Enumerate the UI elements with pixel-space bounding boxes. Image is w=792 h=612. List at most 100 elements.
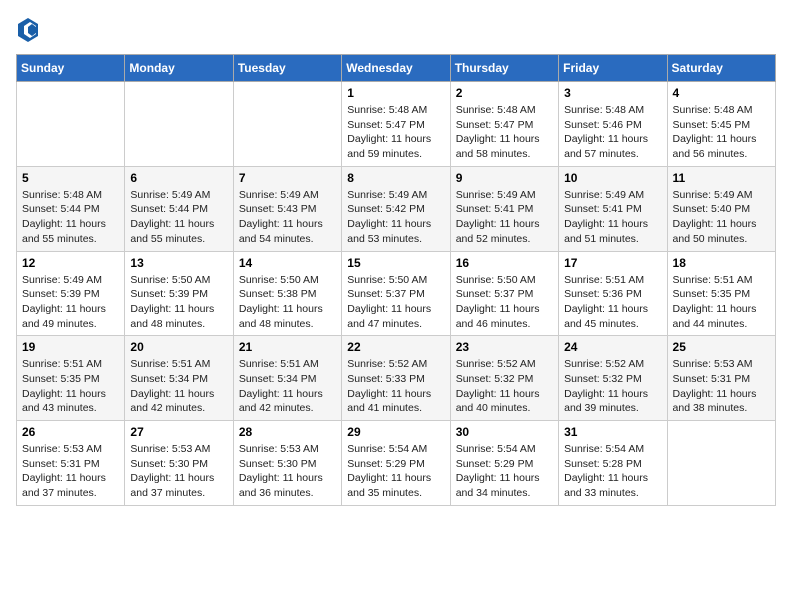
day-info: Sunrise: 5:54 AM Sunset: 5:28 PM Dayligh… [564,442,661,501]
day-number: 3 [564,86,661,100]
day-info: Sunrise: 5:53 AM Sunset: 5:31 PM Dayligh… [673,357,770,416]
day-info: Sunrise: 5:48 AM Sunset: 5:47 PM Dayligh… [456,103,553,162]
day-info: Sunrise: 5:52 AM Sunset: 5:33 PM Dayligh… [347,357,444,416]
day-number: 23 [456,340,553,354]
day-number: 2 [456,86,553,100]
calendar-cell: 17 Sunrise: 5:51 AM Sunset: 5:36 PM Dayli… [559,251,667,336]
day-number: 28 [239,425,336,439]
calendar-week-5: 26 Sunrise: 5:53 AM Sunset: 5:31 PM Dayli… [17,421,776,506]
calendar-cell: 14 Sunrise: 5:50 AM Sunset: 5:38 PM Dayli… [233,251,341,336]
day-info: Sunrise: 5:51 AM Sunset: 5:34 PM Dayligh… [130,357,227,416]
day-number: 11 [673,171,770,185]
calendar-cell: 11 Sunrise: 5:49 AM Sunset: 5:40 PM Dayli… [667,166,775,251]
day-info: Sunrise: 5:53 AM Sunset: 5:30 PM Dayligh… [130,442,227,501]
day-number: 18 [673,256,770,270]
day-info: Sunrise: 5:52 AM Sunset: 5:32 PM Dayligh… [456,357,553,416]
day-info: Sunrise: 5:53 AM Sunset: 5:30 PM Dayligh… [239,442,336,501]
day-number: 20 [130,340,227,354]
day-number: 29 [347,425,444,439]
day-number: 22 [347,340,444,354]
calendar-cell: 6Sunrise: 5:49 AM Sunset: 5:44 PM Daylig… [125,166,233,251]
day-info: Sunrise: 5:50 AM Sunset: 5:39 PM Dayligh… [130,273,227,332]
day-number: 19 [22,340,119,354]
day-number: 14 [239,256,336,270]
calendar-cell: 19 Sunrise: 5:51 AM Sunset: 5:35 PM Dayli… [17,336,125,421]
calendar-table: SundayMondayTuesdayWednesdayThursdayFrid… [16,54,776,506]
calendar-cell: 15 Sunrise: 5:50 AM Sunset: 5:37 PM Dayli… [342,251,450,336]
column-header-tuesday: Tuesday [233,55,341,82]
calendar-week-2: 5 Sunrise: 5:48 AM Sunset: 5:44 PM Daylig… [17,166,776,251]
day-number: 31 [564,425,661,439]
calendar-cell: 9 Sunrise: 5:49 AM Sunset: 5:41 PM Daylig… [450,166,558,251]
day-number: 25 [673,340,770,354]
calendar-cell: 26 Sunrise: 5:53 AM Sunset: 5:31 PM Dayli… [17,421,125,506]
day-number: 17 [564,256,661,270]
calendar-cell: 7 Sunrise: 5:49 AM Sunset: 5:43 PM Daylig… [233,166,341,251]
calendar-cell: 24 Sunrise: 5:52 AM Sunset: 5:32 PM Dayli… [559,336,667,421]
day-info: Sunrise: 5:51 AM Sunset: 5:34 PM Dayligh… [239,357,336,416]
calendar-cell: 3 Sunrise: 5:48 AM Sunset: 5:46 PM Daylig… [559,82,667,167]
calendar-cell: 29Sunrise: 5:54 AM Sunset: 5:29 PM Dayli… [342,421,450,506]
calendar-cell [17,82,125,167]
day-number: 26 [22,425,119,439]
day-info: Sunrise: 5:52 AM Sunset: 5:32 PM Dayligh… [564,357,661,416]
day-info: Sunrise: 5:53 AM Sunset: 5:31 PM Dayligh… [22,442,119,501]
day-number: 8 [347,171,444,185]
calendar-cell [667,421,775,506]
day-info: Sunrise: 5:49 AM Sunset: 5:43 PM Dayligh… [239,188,336,247]
day-info: Sunrise: 5:49 AM Sunset: 5:40 PM Dayligh… [673,188,770,247]
day-info: Sunrise: 5:49 AM Sunset: 5:39 PM Dayligh… [22,273,119,332]
calendar-cell: 4 Sunrise: 5:48 AM Sunset: 5:45 PM Daylig… [667,82,775,167]
day-info: Sunrise: 5:48 AM Sunset: 5:44 PM Dayligh… [22,188,119,247]
day-number: 1 [347,86,444,100]
calendar-cell: 18 Sunrise: 5:51 AM Sunset: 5:35 PM Dayli… [667,251,775,336]
calendar-cell: 10 Sunrise: 5:49 AM Sunset: 5:41 PM Dayli… [559,166,667,251]
calendar-cell [125,82,233,167]
day-info: Sunrise: 5:51 AM Sunset: 5:35 PM Dayligh… [22,357,119,416]
column-header-thursday: Thursday [450,55,558,82]
calendar-cell: 31 Sunrise: 5:54 AM Sunset: 5:28 PM Dayli… [559,421,667,506]
calendar-cell: 13 Sunrise: 5:50 AM Sunset: 5:39 PM Dayli… [125,251,233,336]
day-info: Sunrise: 5:49 AM Sunset: 5:42 PM Dayligh… [347,188,444,247]
day-info: Sunrise: 5:50 AM Sunset: 5:37 PM Dayligh… [456,273,553,332]
day-number: 30 [456,425,553,439]
day-number: 13 [130,256,227,270]
calendar-cell: 1Sunrise: 5:48 AM Sunset: 5:47 PM Daylig… [342,82,450,167]
day-info: Sunrise: 5:54 AM Sunset: 5:29 PM Dayligh… [456,442,553,501]
calendar-cell: 8 Sunrise: 5:49 AM Sunset: 5:42 PM Daylig… [342,166,450,251]
calendar-cell: 20 Sunrise: 5:51 AM Sunset: 5:34 PM Dayli… [125,336,233,421]
day-info: Sunrise: 5:48 AM Sunset: 5:45 PM Dayligh… [673,103,770,162]
day-info: Sunrise: 5:50 AM Sunset: 5:37 PM Dayligh… [347,273,444,332]
day-number: 12 [22,256,119,270]
calendar-cell: 23 Sunrise: 5:52 AM Sunset: 5:32 PM Dayli… [450,336,558,421]
calendar-cell: 22 Sunrise: 5:52 AM Sunset: 5:33 PM Dayli… [342,336,450,421]
calendar-cell: 12 Sunrise: 5:49 AM Sunset: 5:39 PM Dayli… [17,251,125,336]
day-info: Sunrise: 5:49 AM Sunset: 5:41 PM Dayligh… [564,188,661,247]
day-number: 16 [456,256,553,270]
day-number: 21 [239,340,336,354]
day-info: Sunrise: 5:51 AM Sunset: 5:36 PM Dayligh… [564,273,661,332]
calendar-cell: 21 Sunrise: 5:51 AM Sunset: 5:34 PM Dayli… [233,336,341,421]
day-number: 9 [456,171,553,185]
day-info: Sunrise: 5:50 AM Sunset: 5:38 PM Dayligh… [239,273,336,332]
day-info: Sunrise: 5:49 AM Sunset: 5:44 PM Dayligh… [130,188,227,247]
page-header [16,16,776,44]
day-number: 24 [564,340,661,354]
calendar-cell: 30 Sunrise: 5:54 AM Sunset: 5:29 PM Dayli… [450,421,558,506]
calendar-week-1: 1 Sunrise: 5:48 AM Sunset: 5:47 PM Daylig… [17,82,776,167]
day-info: Sunrise: 5:51 AM Sunset: 5:35 PM Dayligh… [673,273,770,332]
day-number: 27 [130,425,227,439]
day-number: 4 [673,86,770,100]
day-number: 7 [239,171,336,185]
day-info: Sunrise: 5:49 AM Sunset: 5:41 PM Dayligh… [456,188,553,247]
calendar-cell: 28 Sunrise: 5:53 AM Sunset: 5:30 PM Dayli… [233,421,341,506]
calendar-week-3: 12 Sunrise: 5:49 AM Sunset: 5:39 PM Dayli… [17,251,776,336]
day-number: 10 [564,171,661,185]
calendar-cell: 16 Sunrise: 5:50 AM Sunset: 5:37 PM Dayli… [450,251,558,336]
day-number: 5 [22,171,119,185]
day-info: Sunrise: 5:48 AM Sunset: 5:46 PM Dayligh… [564,103,661,162]
column-header-wednesday: Wednesday [342,55,450,82]
calendar-cell: 5 Sunrise: 5:48 AM Sunset: 5:44 PM Daylig… [17,166,125,251]
column-header-saturday: Saturday [667,55,775,82]
day-number: 15 [347,256,444,270]
